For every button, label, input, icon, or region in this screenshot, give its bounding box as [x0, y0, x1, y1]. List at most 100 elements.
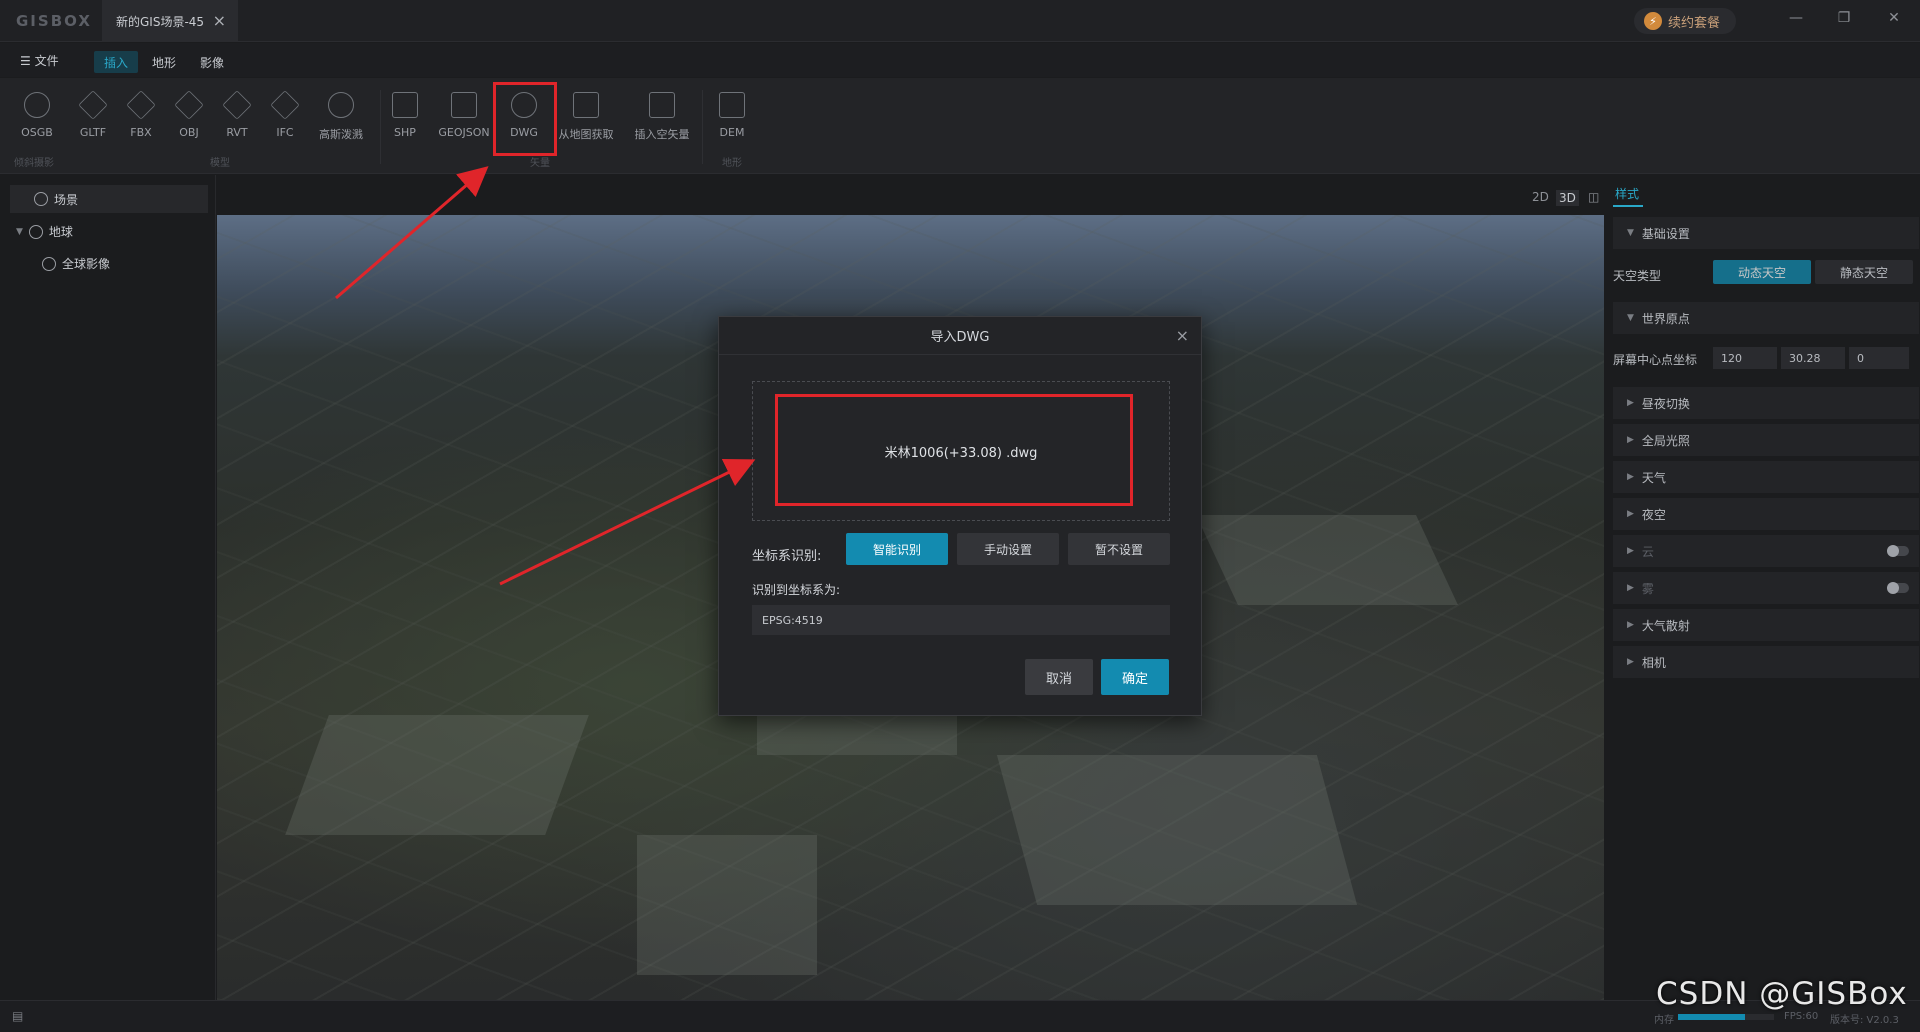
building-block: [1196, 515, 1458, 605]
caret-right-icon: ▶: [1627, 509, 1634, 519]
ribbon-shp[interactable]: SHP: [375, 92, 435, 139]
drone-icon: [24, 92, 50, 118]
crs-smart-button[interactable]: 智能识别: [846, 533, 948, 565]
memory-bar-fill: [1678, 1014, 1746, 1020]
section-weather[interactable]: ▶ 天气: [1613, 461, 1919, 493]
dialog-title: 导入DWG: [930, 330, 990, 345]
crs-result-label: 识别到坐标系为:: [752, 583, 841, 597]
hamburger-icon: ☰: [20, 54, 31, 68]
fps-readout: FPS:60: [1784, 1011, 1819, 1022]
shp-icon: [392, 92, 418, 118]
memory-bar: [1678, 1014, 1774, 1020]
building-block: [637, 835, 817, 975]
document-tab[interactable]: 新的GIS场景-45 ×: [102, 0, 238, 42]
cube-icon: [174, 90, 204, 120]
version-readout: 版本号: V2.0.3: [1830, 1015, 1899, 1026]
cloud-toggle[interactable]: [1887, 545, 1909, 557]
menu-bar: ☰ 文件 插入 地形 影像: [0, 43, 1920, 77]
crs-skip-button[interactable]: 暂不设置: [1068, 533, 1170, 565]
caret-down-icon: ▼: [16, 226, 23, 237]
caret-right-icon: ▶: [1627, 546, 1634, 556]
section-fog[interactable]: ▶ 雾: [1613, 572, 1919, 604]
ribbon-dem[interactable]: DEM: [702, 92, 762, 139]
caret-right-icon: ▶: [1627, 620, 1634, 630]
tab-style[interactable]: 样式: [1615, 185, 1639, 202]
ribbon-dem-label: DEM: [719, 126, 745, 139]
ribbon-gaussian-label: 高斯泼溅: [319, 128, 363, 141]
confirm-button[interactable]: 确定: [1101, 659, 1169, 695]
memory-label: 内存: [1654, 1015, 1674, 1026]
section-night-sky-label: 夜空: [1641, 507, 1666, 522]
app-logo: GISBOX: [16, 12, 92, 30]
document-tab-label: 新的GIS场景-45: [116, 14, 205, 29]
cancel-button[interactable]: 取消: [1025, 659, 1093, 695]
crs-manual-button[interactable]: 手动设置: [957, 533, 1059, 565]
mountain-icon: [719, 92, 745, 118]
center-z-input[interactable]: 0: [1849, 347, 1909, 369]
cube-icon: [78, 90, 108, 120]
ribbon-toolbar: OSGB GLTF FBX OBJ RVT IFC 高斯泼溅 SHP GEOJS…: [0, 78, 1920, 174]
imagery-icon: [42, 256, 56, 271]
globe-icon: [28, 224, 43, 239]
restore-icon[interactable]: ❐: [1834, 10, 1854, 30]
section-camera-label: 相机: [1641, 655, 1666, 670]
scene-icon: [34, 192, 48, 206]
group-label-oblique: 倾斜摄影: [14, 158, 54, 169]
close-tab-icon[interactable]: ×: [213, 11, 226, 30]
dialog-header: 导入DWG ×: [719, 317, 1201, 355]
dwg-highlight-box: [493, 82, 557, 156]
center-x-input[interactable]: 120: [1713, 347, 1777, 369]
ribbon-gaussian[interactable]: 高斯泼溅: [311, 92, 371, 142]
tree-item-global-imagery[interactable]: 全球影像: [42, 255, 110, 272]
right-panel: 样式 ▼ 基础设置 天空类型 动态天空 静态天空 ▼ 世界原点 屏幕中心点坐标 12…: [1605, 175, 1920, 1000]
crs-detect-label: 坐标系识别:: [752, 549, 822, 564]
map-pin-icon: [573, 92, 599, 118]
tree-item-global-imagery-label: 全球影像: [62, 257, 111, 271]
caret-right-icon: ▶: [1627, 398, 1634, 408]
section-cloud[interactable]: ▶ 云: [1613, 535, 1919, 567]
ribbon-from-map[interactable]: 从地图获取: [556, 92, 616, 142]
section-global-light[interactable]: ▶ 全局光照: [1613, 424, 1919, 456]
renew-plan-button[interactable]: ⚡ 续约套餐: [1634, 8, 1736, 34]
close-icon[interactable]: ×: [1176, 326, 1189, 345]
ribbon-geojson[interactable]: GEOJSON: [434, 92, 494, 139]
view-2d-button[interactable]: 2D: [1532, 190, 1549, 204]
crs-result-field[interactable]: EPSG:4519: [752, 605, 1170, 635]
sky-static-button[interactable]: 静态天空: [1815, 260, 1913, 284]
tab-imagery[interactable]: 影像: [190, 51, 234, 73]
section-night-sky[interactable]: ▶ 夜空: [1613, 498, 1919, 530]
file-menu[interactable]: ☰ 文件: [20, 52, 59, 69]
scene-tab[interactable]: 场景: [10, 185, 208, 213]
section-camera[interactable]: ▶ 相机: [1613, 646, 1919, 678]
section-world-origin[interactable]: ▼ 世界原点: [1613, 302, 1919, 334]
ribbon-ifc-label: IFC: [276, 126, 294, 139]
center-y-input[interactable]: 30.28: [1781, 347, 1845, 369]
file-menu-label: 文件: [34, 54, 59, 68]
split-view-icon[interactable]: ◫: [1588, 190, 1599, 204]
ribbon-osgb-label: OSGB: [21, 126, 53, 139]
building-block: [757, 715, 957, 755]
ribbon-empty-vector[interactable]: 插入空矢量: [632, 92, 692, 142]
scene-tab-label: 场景: [54, 192, 79, 207]
section-day-night[interactable]: ▶ 昼夜切换: [1613, 387, 1919, 419]
caret-down-icon: ▼: [1627, 228, 1634, 238]
section-day-night-label: 昼夜切换: [1641, 396, 1690, 411]
tab-insert[interactable]: 插入: [94, 51, 139, 73]
section-cloud-label: 云: [1641, 544, 1654, 559]
ribbon-from-map-label: 从地图获取: [558, 128, 614, 141]
tab-terrain[interactable]: 地形: [142, 51, 186, 73]
close-window-icon[interactable]: ✕: [1884, 10, 1904, 30]
view-3d-button[interactable]: 3D: [1556, 190, 1579, 206]
minimize-icon[interactable]: —: [1786, 10, 1806, 30]
group-label-vector: 矢量: [530, 158, 550, 169]
tab-style-underline: [1613, 205, 1643, 207]
ribbon-osgb[interactable]: OSGB: [7, 92, 67, 139]
tree-item-earth[interactable]: ▼ 地球: [16, 223, 73, 240]
sky-dynamic-button[interactable]: 动态天空: [1713, 260, 1811, 284]
section-atmosphere[interactable]: ▶ 大气散射: [1613, 609, 1919, 641]
fog-toggle[interactable]: [1887, 582, 1909, 594]
section-basic[interactable]: ▼ 基础设置: [1613, 217, 1919, 249]
log-icon[interactable]: ▤: [12, 1009, 23, 1023]
ribbon-ifc[interactable]: IFC: [255, 90, 315, 139]
cube-icon: [222, 90, 252, 120]
